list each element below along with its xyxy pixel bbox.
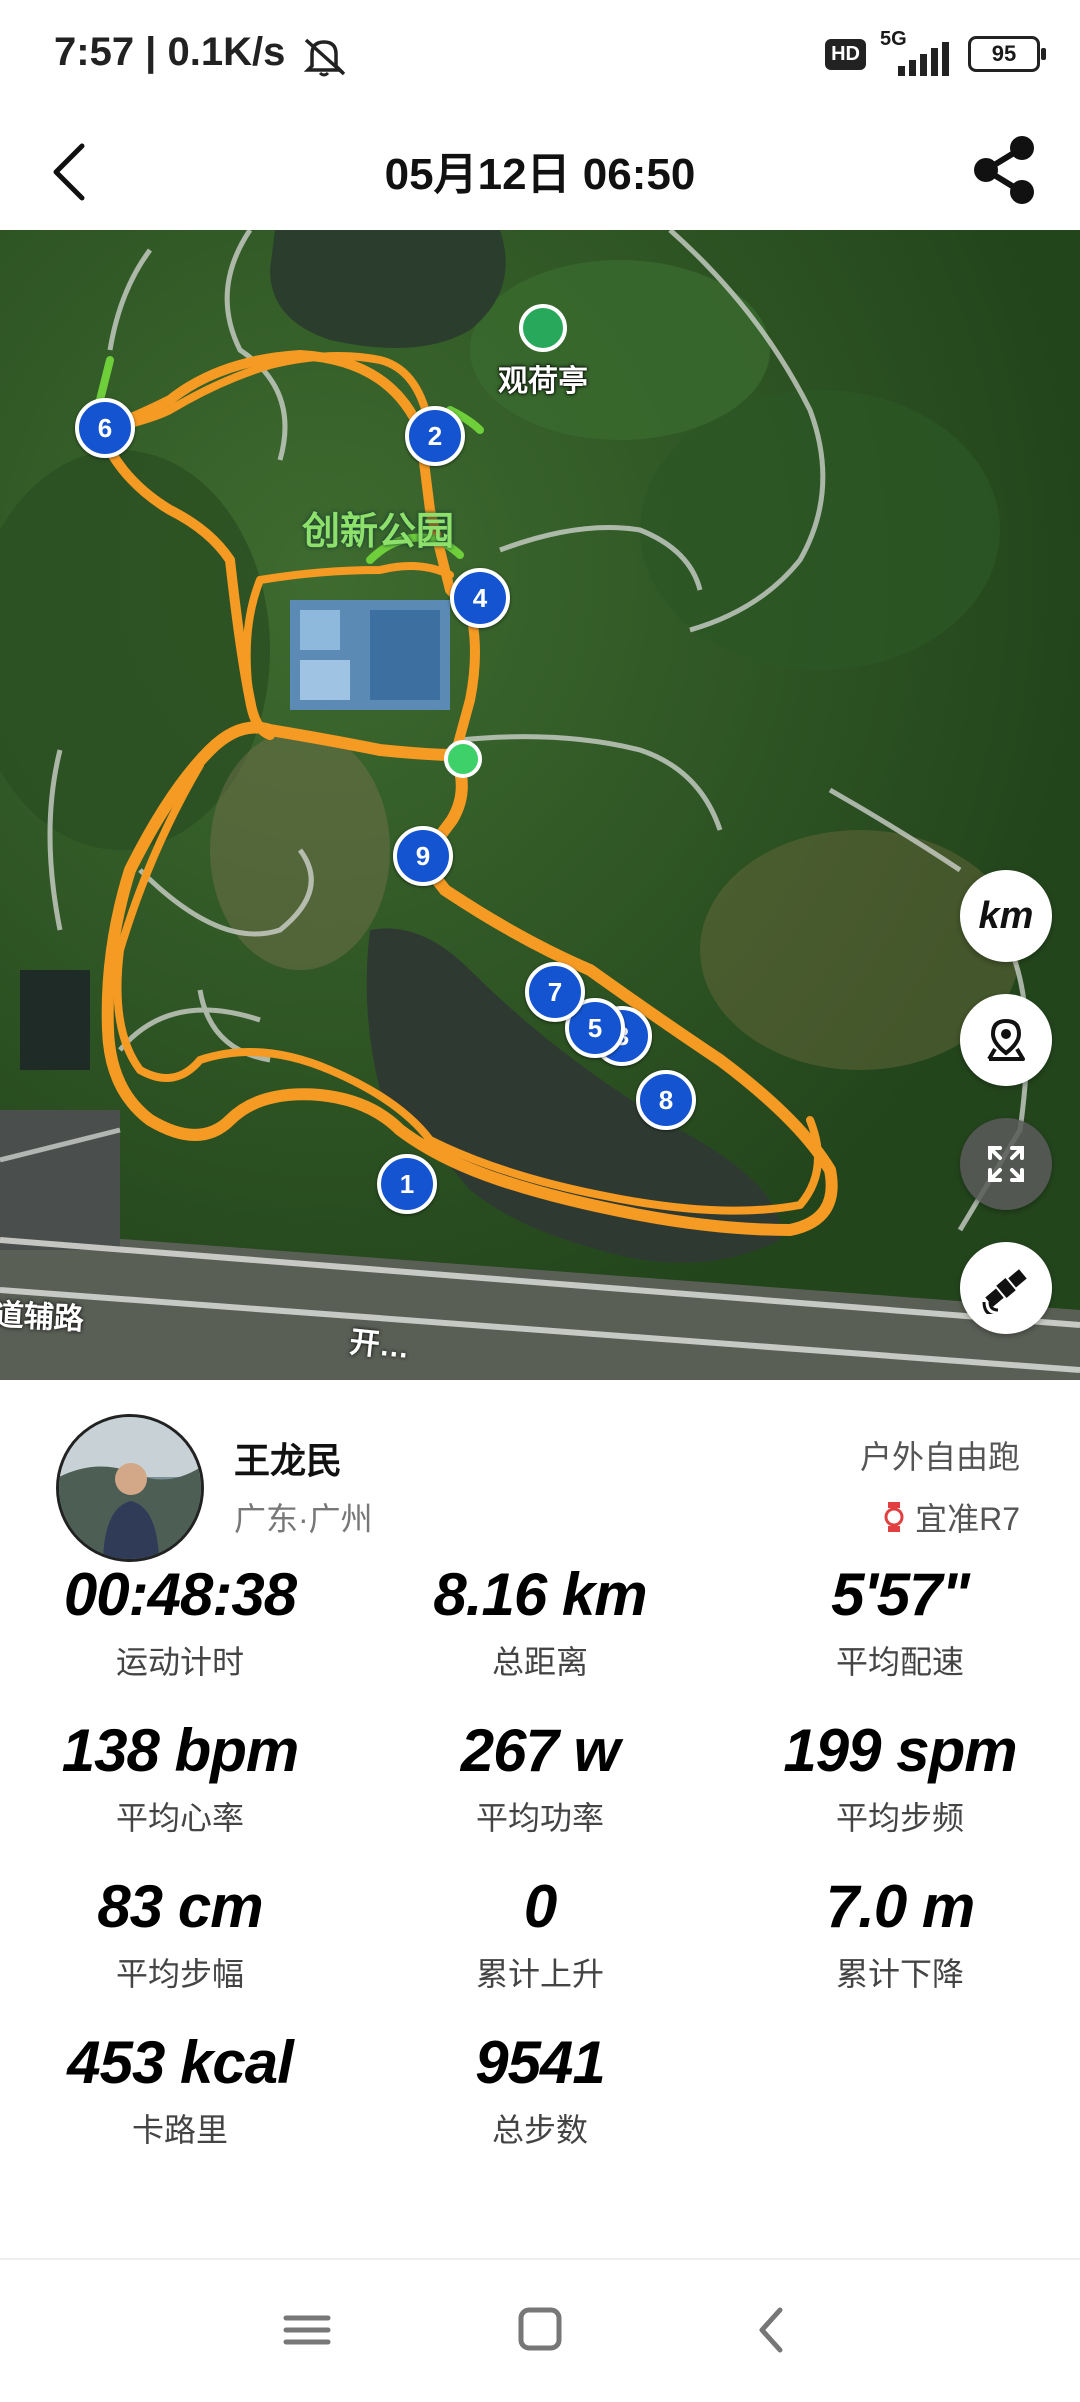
menu-icon[interactable] [272,2300,342,2360]
stat-value: 138 bpm [61,1717,299,1784]
activity-owner: 王龙民 广东·广州 户外自由跑 宜准R7 [0,1380,1080,1562]
tree-icon [519,304,567,352]
fullscreen-button[interactable] [960,1118,1052,1210]
route-map[interactable]: 观荷亭 创新公园 道辅路 开… 1 2 3 4 5 6 7 8 9 km [0,230,1080,1380]
start-point-marker [444,740,482,778]
stat-label: 总距离 [491,1644,588,1680]
lap-marker-7[interactable]: 7 [525,962,585,1022]
stat-steps: 9541 总步数 [360,2028,720,2151]
stat-stride: 83 cm 平均步幅 [0,1872,360,1995]
signal-icon: 5G [880,28,954,76]
device-info: 宜准R7 [883,1494,1020,1540]
poi-marker[interactable]: 观荷亭 [498,304,588,400]
home-icon[interactable] [505,2300,575,2360]
stat-value: 0 [523,1873,557,1940]
share-icon[interactable] [964,130,1044,210]
stat-label: 平均功率 [475,1800,604,1836]
user-name: 王龙民 [234,1440,343,1481]
back-icon[interactable] [738,2300,808,2360]
stat-value: 7.0 m [825,1873,975,1940]
status-time: 7:57 | 0.1K/s [54,30,286,74]
stat-value: 453 kcal [67,2029,294,2096]
stat-label: 平均心率 [115,1800,244,1836]
page-title: 05月12日 06:50 [384,150,696,199]
location-button[interactable] [960,994,1052,1086]
stat-label: 平均步频 [835,1800,964,1836]
lap-marker-1[interactable]: 1 [377,1154,437,1214]
stat-value: 267 w [460,1717,620,1784]
stat-distance: 8.16 km 总距离 [360,1560,720,1683]
satellite-icon [982,1269,1027,1314]
poi-label: 观荷亭 [498,365,588,398]
stat-label: 总步数 [491,2112,588,2148]
user-location: 广东·广州 [234,1501,373,1537]
sport-type: 户外自由跑 [859,1439,1020,1475]
lap-marker-4[interactable]: 4 [450,568,510,628]
fullscreen-icon [988,1146,1024,1182]
lap-marker-8[interactable]: 8 [636,1070,696,1130]
watch-icon [884,1502,904,1532]
battery-icon: 95 [968,36,1046,72]
stat-descent: 7.0 m 累计下降 [720,1872,1080,1995]
status-bar: 7:57 | 0.1K/s HD 5G 95 [0,0,1080,110]
stat-label: 平均步幅 [115,1956,244,1992]
stat-value: 83 cm [97,1873,263,1940]
stat-label: 累计上升 [475,1956,604,1992]
top-app-bar: 05月12日 06:50 [0,110,1080,230]
map-layer-button[interactable] [960,1242,1052,1334]
location-pin-icon [987,1018,1025,1061]
stat-ascent: 0 累计上升 [360,1872,720,1995]
stat-label: 运动计时 [115,1644,244,1680]
satellite-map [0,230,1080,1380]
stat-label: 卡路里 [131,2112,228,2148]
stat-cadence: 199 spm 平均步频 [720,1716,1080,1839]
stat-heart-rate: 138 bpm 平均心率 [0,1716,360,1839]
lap-marker-2[interactable]: 2 [405,406,465,466]
stat-value: 5'57" [831,1561,970,1628]
avatar[interactable] [56,1414,204,1562]
stat-value: 9541 [475,2029,605,2096]
lap-marker-9[interactable]: 9 [393,826,453,886]
park-label: 创新公园 [302,511,455,553]
battery-level: 95 [991,41,1017,66]
stat-label: 平均配速 [835,1644,964,1680]
stat-pace: 5'57" 平均配速 [720,1560,1080,1683]
road-label-2: 开… [348,1325,412,1366]
road-label: 道辅路 [0,1298,85,1337]
system-nav-bar [0,2258,1080,2402]
lap-marker-6[interactable]: 6 [75,398,135,458]
stat-value: 199 spm [783,1717,1017,1784]
hd-badge: HD [825,38,866,70]
mute-bell-icon [303,38,346,77]
units-toggle-button[interactable]: km [960,870,1052,962]
stat-duration: 00:48:38 运动计时 [0,1560,360,1683]
stat-value: 8.16 km [433,1561,647,1628]
stat-power: 267 w 平均功率 [360,1716,720,1839]
device-name: 宜准R7 [915,1501,1020,1537]
stat-value: 00:48:38 [63,1561,297,1628]
stat-label: 累计下降 [835,1956,964,1992]
stat-calories: 453 kcal 卡路里 [0,2028,360,2151]
units-label: km [978,894,1034,937]
